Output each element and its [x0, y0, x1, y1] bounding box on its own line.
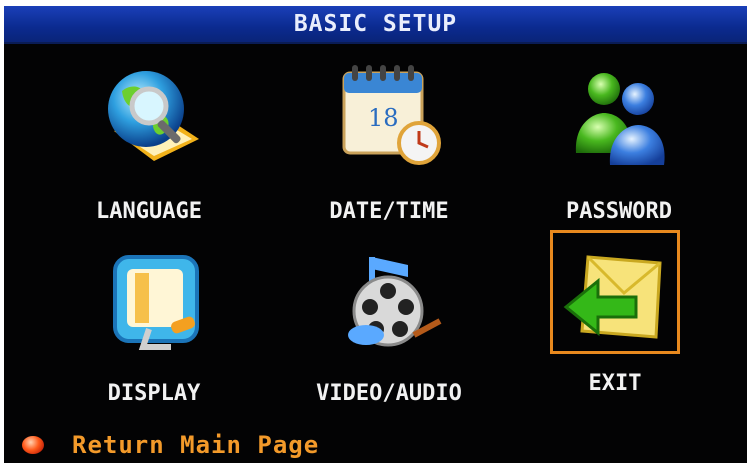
- title-bar: BASIC SETUP: [4, 6, 747, 44]
- menu-item-label: PASSWORD: [566, 199, 672, 224]
- menu-item-label: DATE/TIME: [329, 199, 449, 224]
- calendar-day: 18: [368, 104, 399, 132]
- menu-item-label: EXIT: [588, 371, 642, 396]
- menu-item-label: DISPLAY: [107, 381, 201, 406]
- users-icon: [575, 73, 665, 165]
- menu-item-date-time[interactable]: 18 DATE/TIME: [314, 61, 464, 231]
- exit-arrow-icon: [563, 255, 662, 339]
- menu-item-display[interactable]: DISPLAY: [79, 251, 229, 421]
- menu-item-label: LANGUAGE: [96, 199, 202, 224]
- film-reel-music-icon: [348, 257, 442, 347]
- basic-setup-screen: BASIC SETUP LANGUAGE 18 DATE/TIME PASSWO…: [4, 6, 747, 463]
- page-title: BASIC SETUP: [293, 11, 458, 37]
- monitor-icon: [113, 255, 199, 350]
- menu-item-password[interactable]: PASSWORD: [544, 61, 694, 231]
- status-dot-icon: [22, 436, 44, 454]
- menu-item-video-audio[interactable]: VIDEO/AUDIO: [314, 251, 464, 421]
- menu-item-language[interactable]: LANGUAGE: [74, 61, 224, 231]
- return-main-page-hint: Return Main Page: [72, 431, 320, 459]
- globe-magnifier-icon: [108, 71, 199, 161]
- calendar-clock-icon: 18: [342, 65, 441, 165]
- menu-item-exit[interactable]: EXIT: [540, 241, 690, 411]
- footer-hint: Return Main Page: [22, 431, 319, 459]
- menu-item-label: VIDEO/AUDIO: [316, 381, 462, 406]
